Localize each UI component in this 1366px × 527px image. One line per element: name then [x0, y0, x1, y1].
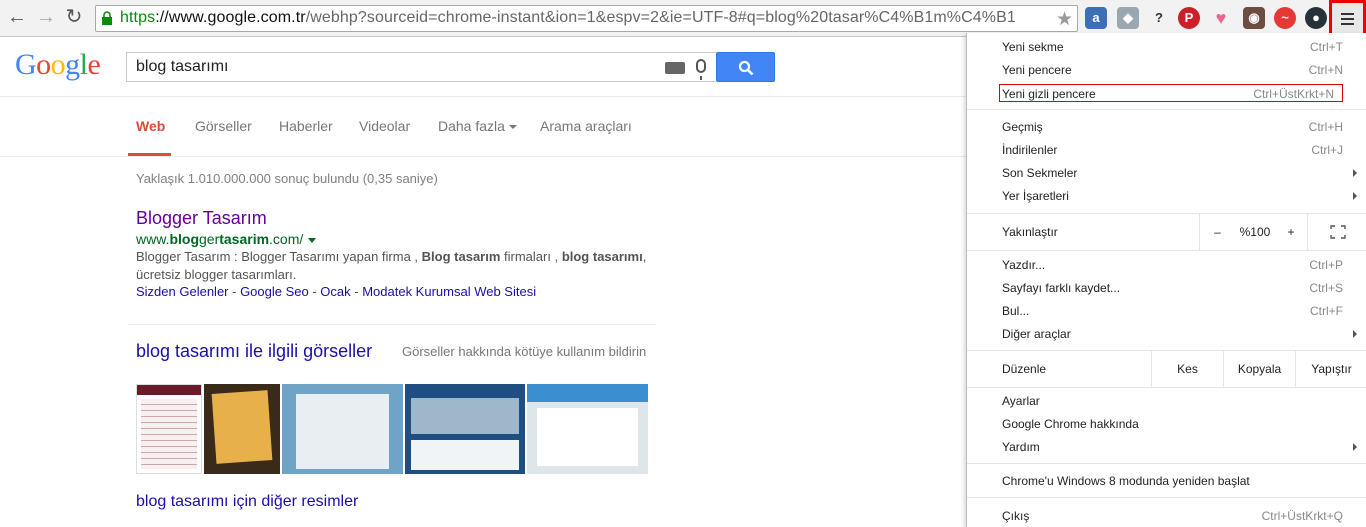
- sitelink[interactable]: Sizden Gelenler: [136, 284, 229, 299]
- zoom-out-button[interactable]: –: [1199, 214, 1235, 250]
- chevron-down-icon: [508, 125, 517, 130]
- result-url: www.bloggertasarim.com/: [136, 231, 317, 247]
- sitelink[interactable]: Modatek Kurumsal Web Sitesi: [362, 284, 536, 299]
- tab-more[interactable]: Daha fazla: [438, 118, 517, 134]
- images-report-link[interactable]: Görseller hakkında kötüye kullanım bildi…: [402, 344, 646, 359]
- extension-a-icon[interactable]: a: [1085, 7, 1107, 29]
- lock-icon: [102, 11, 112, 25]
- result-snippet: Blogger Tasarım : Blogger Tasarımı yapan…: [136, 249, 647, 282]
- menu-item-bookmarks[interactable]: Yer İşaretleri: [967, 185, 1366, 207]
- extension-lens-icon[interactable]: ●: [1305, 7, 1327, 29]
- menu-item-recent-tabs[interactable]: Son Sekmeler: [967, 162, 1366, 184]
- edit-label: Düzenle: [1002, 362, 1047, 376]
- pinterest-icon[interactable]: P: [1178, 7, 1200, 29]
- chrome-menu: Yeni sekme Ctrl+T Yeni pencere Ctrl+N Yeni…: [966, 33, 1366, 527]
- url-text: https://www.google.com.tr/webhp?sourceid…: [120, 9, 1016, 26]
- menu-item-save-as[interactable]: Sayfayı farklı kaydet... Ctrl+S: [967, 277, 1366, 299]
- menu-item-print[interactable]: Yazdır... Ctrl+P: [967, 254, 1366, 276]
- sitelink[interactable]: Google Seo: [240, 284, 309, 299]
- result-sitelinks: Sizden Gelenler - Google Seo - Ocak - Mo…: [136, 284, 537, 299]
- zoom-level: %100: [1239, 225, 1271, 239]
- search-button[interactable]: [716, 52, 775, 82]
- zoom-label: Yakınlaştır: [1002, 225, 1058, 239]
- keyboard-icon[interactable]: [665, 62, 685, 74]
- magnifier-icon: [738, 60, 754, 76]
- menu-item-settings[interactable]: Ayarlar: [967, 390, 1366, 412]
- tab-search-tools[interactable]: Arama araçları: [540, 118, 632, 134]
- paste-button[interactable]: Yapıştır: [1295, 351, 1366, 387]
- menu-item-about[interactable]: Google Chrome hakkında: [967, 413, 1366, 435]
- menu-item-downloads[interactable]: İndirilenler Ctrl+J: [967, 139, 1366, 161]
- microphone-icon[interactable]: [696, 59, 706, 80]
- submenu-arrow-icon: [1353, 169, 1357, 177]
- tab-web[interactable]: Web: [136, 118, 165, 134]
- menu-item-new-window[interactable]: Yeni pencere Ctrl+N: [967, 59, 1366, 81]
- tab-videos[interactable]: Videolar: [359, 118, 410, 134]
- submenu-arrow-icon: [1353, 330, 1357, 338]
- submenu-arrow-icon: [1353, 443, 1357, 451]
- menu-edit-row: Düzenle Kes Kopyala Yapıştır: [967, 351, 1366, 387]
- tab-images[interactable]: Görseller: [195, 118, 252, 134]
- submenu-arrow-icon: [1353, 192, 1357, 200]
- sitelink[interactable]: Ocak: [320, 284, 350, 299]
- forward-arrow-icon[interactable]: →: [34, 6, 58, 30]
- menu-item-history[interactable]: Geçmiş Ctrl+H: [967, 116, 1366, 138]
- result-divider: [128, 324, 656, 325]
- zoom-in-button[interactable]: +: [1275, 214, 1307, 250]
- image-thumbnail[interactable]: [405, 384, 525, 474]
- more-images-link[interactable]: blog tasarımı için diğer resimler: [136, 493, 358, 511]
- search-input[interactable]: [136, 58, 636, 76]
- menu-item-incognito[interactable]: Yeni gizli pencere Ctrl+ÜstKrkt+N: [999, 84, 1343, 102]
- instagram-icon[interactable]: ◉: [1243, 7, 1265, 29]
- search-box: [126, 52, 716, 82]
- copy-button[interactable]: Kopyala: [1223, 351, 1295, 387]
- cut-button[interactable]: Kes: [1151, 351, 1223, 387]
- image-thumbnail[interactable]: [527, 384, 648, 474]
- menu-zoom-row: Yakınlaştır – %100 +: [967, 214, 1366, 250]
- tab-news[interactable]: Haberler: [279, 118, 333, 134]
- menu-item-new-tab[interactable]: Yeni sekme Ctrl+T: [967, 36, 1366, 58]
- url-dropdown-icon[interactable]: [308, 237, 317, 243]
- image-thumbnail[interactable]: [136, 384, 202, 474]
- images-section-title[interactable]: blog tasarımı ile ilgili görseller: [136, 341, 372, 362]
- address-bar[interactable]: https://www.google.com.tr/webhp?sourceid…: [95, 5, 1078, 32]
- heart-icon[interactable]: ♥: [1210, 7, 1232, 29]
- fullscreen-icon: [1329, 225, 1346, 239]
- menu-item-exit[interactable]: Çıkış Ctrl+ÜstKrkt+Q: [967, 505, 1366, 527]
- reload-icon[interactable]: ↻: [62, 6, 86, 30]
- extension-question-icon[interactable]: ?: [1148, 7, 1170, 29]
- image-thumbnail[interactable]: [204, 384, 280, 474]
- image-thumbnail[interactable]: [282, 384, 403, 474]
- bookmark-star-icon[interactable]: ★: [1056, 8, 1073, 31]
- result-stats: Yaklaşık 1.010.000.000 sonuç bulundu (0,…: [136, 171, 438, 186]
- back-arrow-icon[interactable]: ←: [5, 6, 29, 30]
- menu-item-relaunch-win8[interactable]: Chrome'u Windows 8 modunda yeniden başla…: [967, 470, 1366, 492]
- tab-more-label: Daha fazla: [438, 118, 505, 134]
- google-logo[interactable]: Google: [15, 48, 101, 82]
- tabs-divider: [0, 156, 966, 157]
- extension-shield-icon[interactable]: ◆: [1117, 7, 1139, 29]
- browser-toolbar: ← → ↻ https://www.google.com.tr/webhp?so…: [0, 0, 1366, 37]
- hamburger-icon: [1341, 13, 1354, 28]
- menu-item-help[interactable]: Yardım: [967, 436, 1366, 458]
- chrome-menu-button[interactable]: [1329, 0, 1366, 37]
- header-divider: [0, 96, 966, 97]
- result-title[interactable]: Blogger Tasarım: [136, 208, 267, 229]
- menu-item-more-tools[interactable]: Diğer araçlar: [967, 323, 1366, 345]
- extension-wave-icon[interactable]: ~: [1274, 7, 1296, 29]
- menu-item-find[interactable]: Bul... Ctrl+F: [967, 300, 1366, 322]
- fullscreen-button[interactable]: [1307, 214, 1366, 250]
